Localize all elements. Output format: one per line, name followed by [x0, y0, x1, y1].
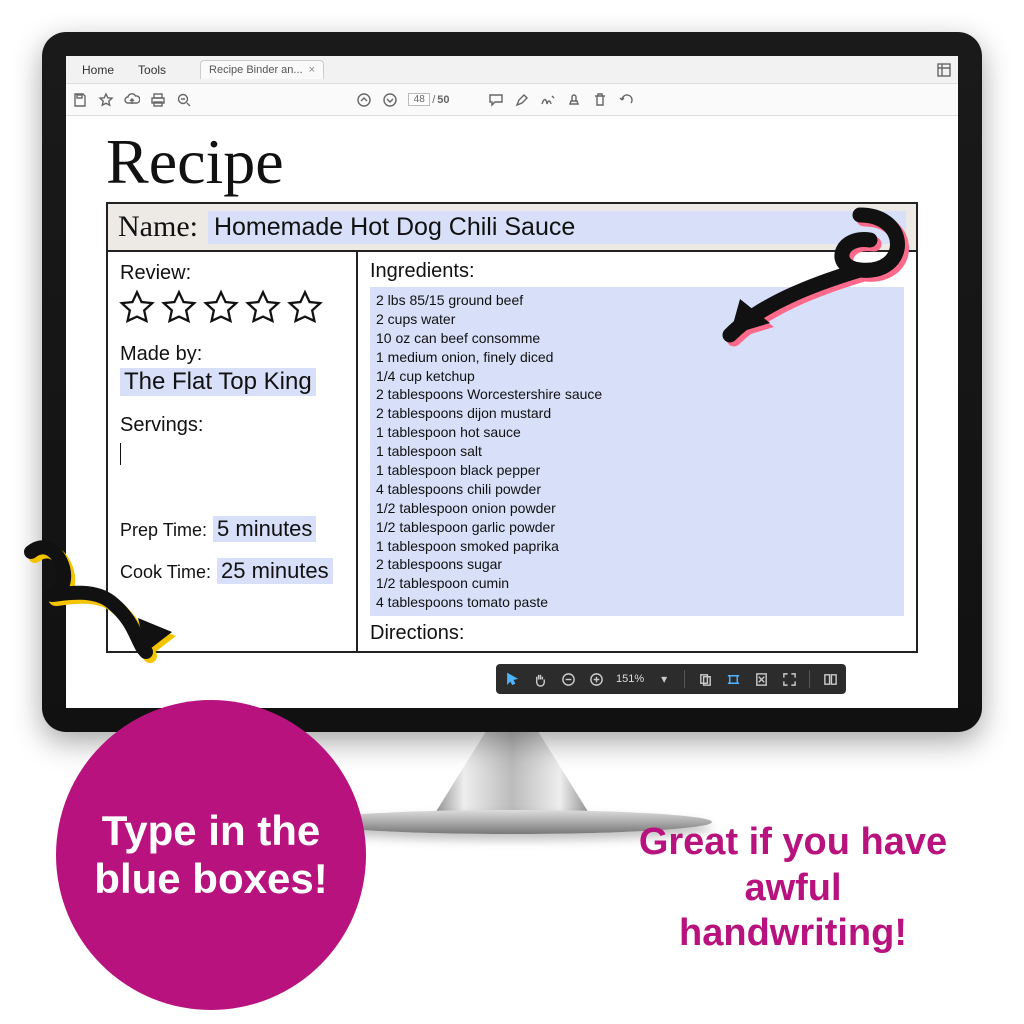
menubar: Home Tools Recipe Binder an... × [66, 56, 958, 84]
tabbar: Recipe Binder an... × [200, 56, 324, 83]
read-mode-icon[interactable] [822, 671, 838, 687]
stamp-icon[interactable] [566, 92, 582, 108]
highlight-icon[interactable] [514, 92, 530, 108]
comment-icon[interactable] [488, 92, 504, 108]
chevron-down-icon[interactable]: ▾ [656, 671, 672, 687]
star-icon[interactable] [284, 287, 326, 329]
copy-page-icon[interactable] [697, 671, 713, 687]
madeby-field[interactable]: The Flat Top King [120, 368, 316, 396]
annotation-arrow-right [690, 195, 930, 365]
sign-icon[interactable] [540, 92, 556, 108]
trash-icon[interactable] [592, 92, 608, 108]
star-rating[interactable] [116, 287, 344, 329]
fullscreen-icon[interactable] [781, 671, 797, 687]
zoom-out-view-icon[interactable] [560, 671, 576, 687]
star-icon[interactable] [242, 287, 284, 329]
cook-field[interactable]: 25 minutes [217, 558, 333, 584]
monitor-stand [432, 728, 592, 818]
toolbar-center: 48 / 50 [356, 92, 633, 108]
annotation-arrow-left [16, 522, 216, 692]
menu-tools[interactable]: Tools [128, 63, 176, 77]
star-icon[interactable] [200, 287, 242, 329]
page-total: 50 [437, 94, 449, 106]
page-sep: / [432, 94, 435, 106]
promo-tagline: Great if you have awful handwriting! [628, 820, 958, 957]
star-icon[interactable] [116, 287, 158, 329]
page-current[interactable]: 48 [408, 93, 430, 106]
promo-circle-text: Type in the blue boxes! [76, 807, 346, 904]
fit-page-icon[interactable] [753, 671, 769, 687]
pointer-tool-icon[interactable] [504, 671, 520, 687]
view-toolbar: 151% ▾ [496, 664, 846, 694]
directions-label: Directions: [370, 622, 904, 645]
page-up-icon[interactable] [356, 92, 372, 108]
hand-tool-icon[interactable] [532, 671, 548, 687]
toolbar: 48 / 50 [66, 84, 958, 116]
promo-circle: Type in the blue boxes! [56, 700, 366, 1010]
servings-label: Servings: [120, 414, 344, 437]
star-icon[interactable] [158, 287, 200, 329]
close-tab-icon[interactable]: × [309, 64, 315, 76]
text-cursor [120, 443, 121, 465]
document-tab[interactable]: Recipe Binder an... × [200, 60, 324, 79]
undo-icon[interactable] [618, 92, 634, 108]
prep-field[interactable]: 5 minutes [213, 516, 316, 542]
document-tab-label: Recipe Binder an... [209, 64, 303, 76]
cloud-upload-icon[interactable] [124, 92, 140, 108]
print-icon[interactable] [150, 92, 166, 108]
madeby-label: Made by: [120, 343, 344, 366]
name-label: Name: [118, 210, 198, 244]
fit-width-icon[interactable] [725, 671, 741, 687]
page-down-icon[interactable] [382, 92, 398, 108]
zoom-out-icon[interactable] [176, 92, 192, 108]
toolbar-left [72, 92, 192, 108]
servings-field[interactable] [120, 439, 344, 470]
review-label: Review: [120, 262, 344, 285]
star-icon[interactable] [98, 92, 114, 108]
page-title: Recipe [106, 130, 918, 194]
zoom-in-view-icon[interactable] [588, 671, 604, 687]
menu-home[interactable]: Home [72, 63, 124, 77]
expand-icon[interactable] [936, 62, 952, 78]
save-icon[interactable] [72, 92, 88, 108]
zoom-value[interactable]: 151% [616, 673, 644, 685]
page-indicator: 48 / 50 [408, 93, 449, 106]
